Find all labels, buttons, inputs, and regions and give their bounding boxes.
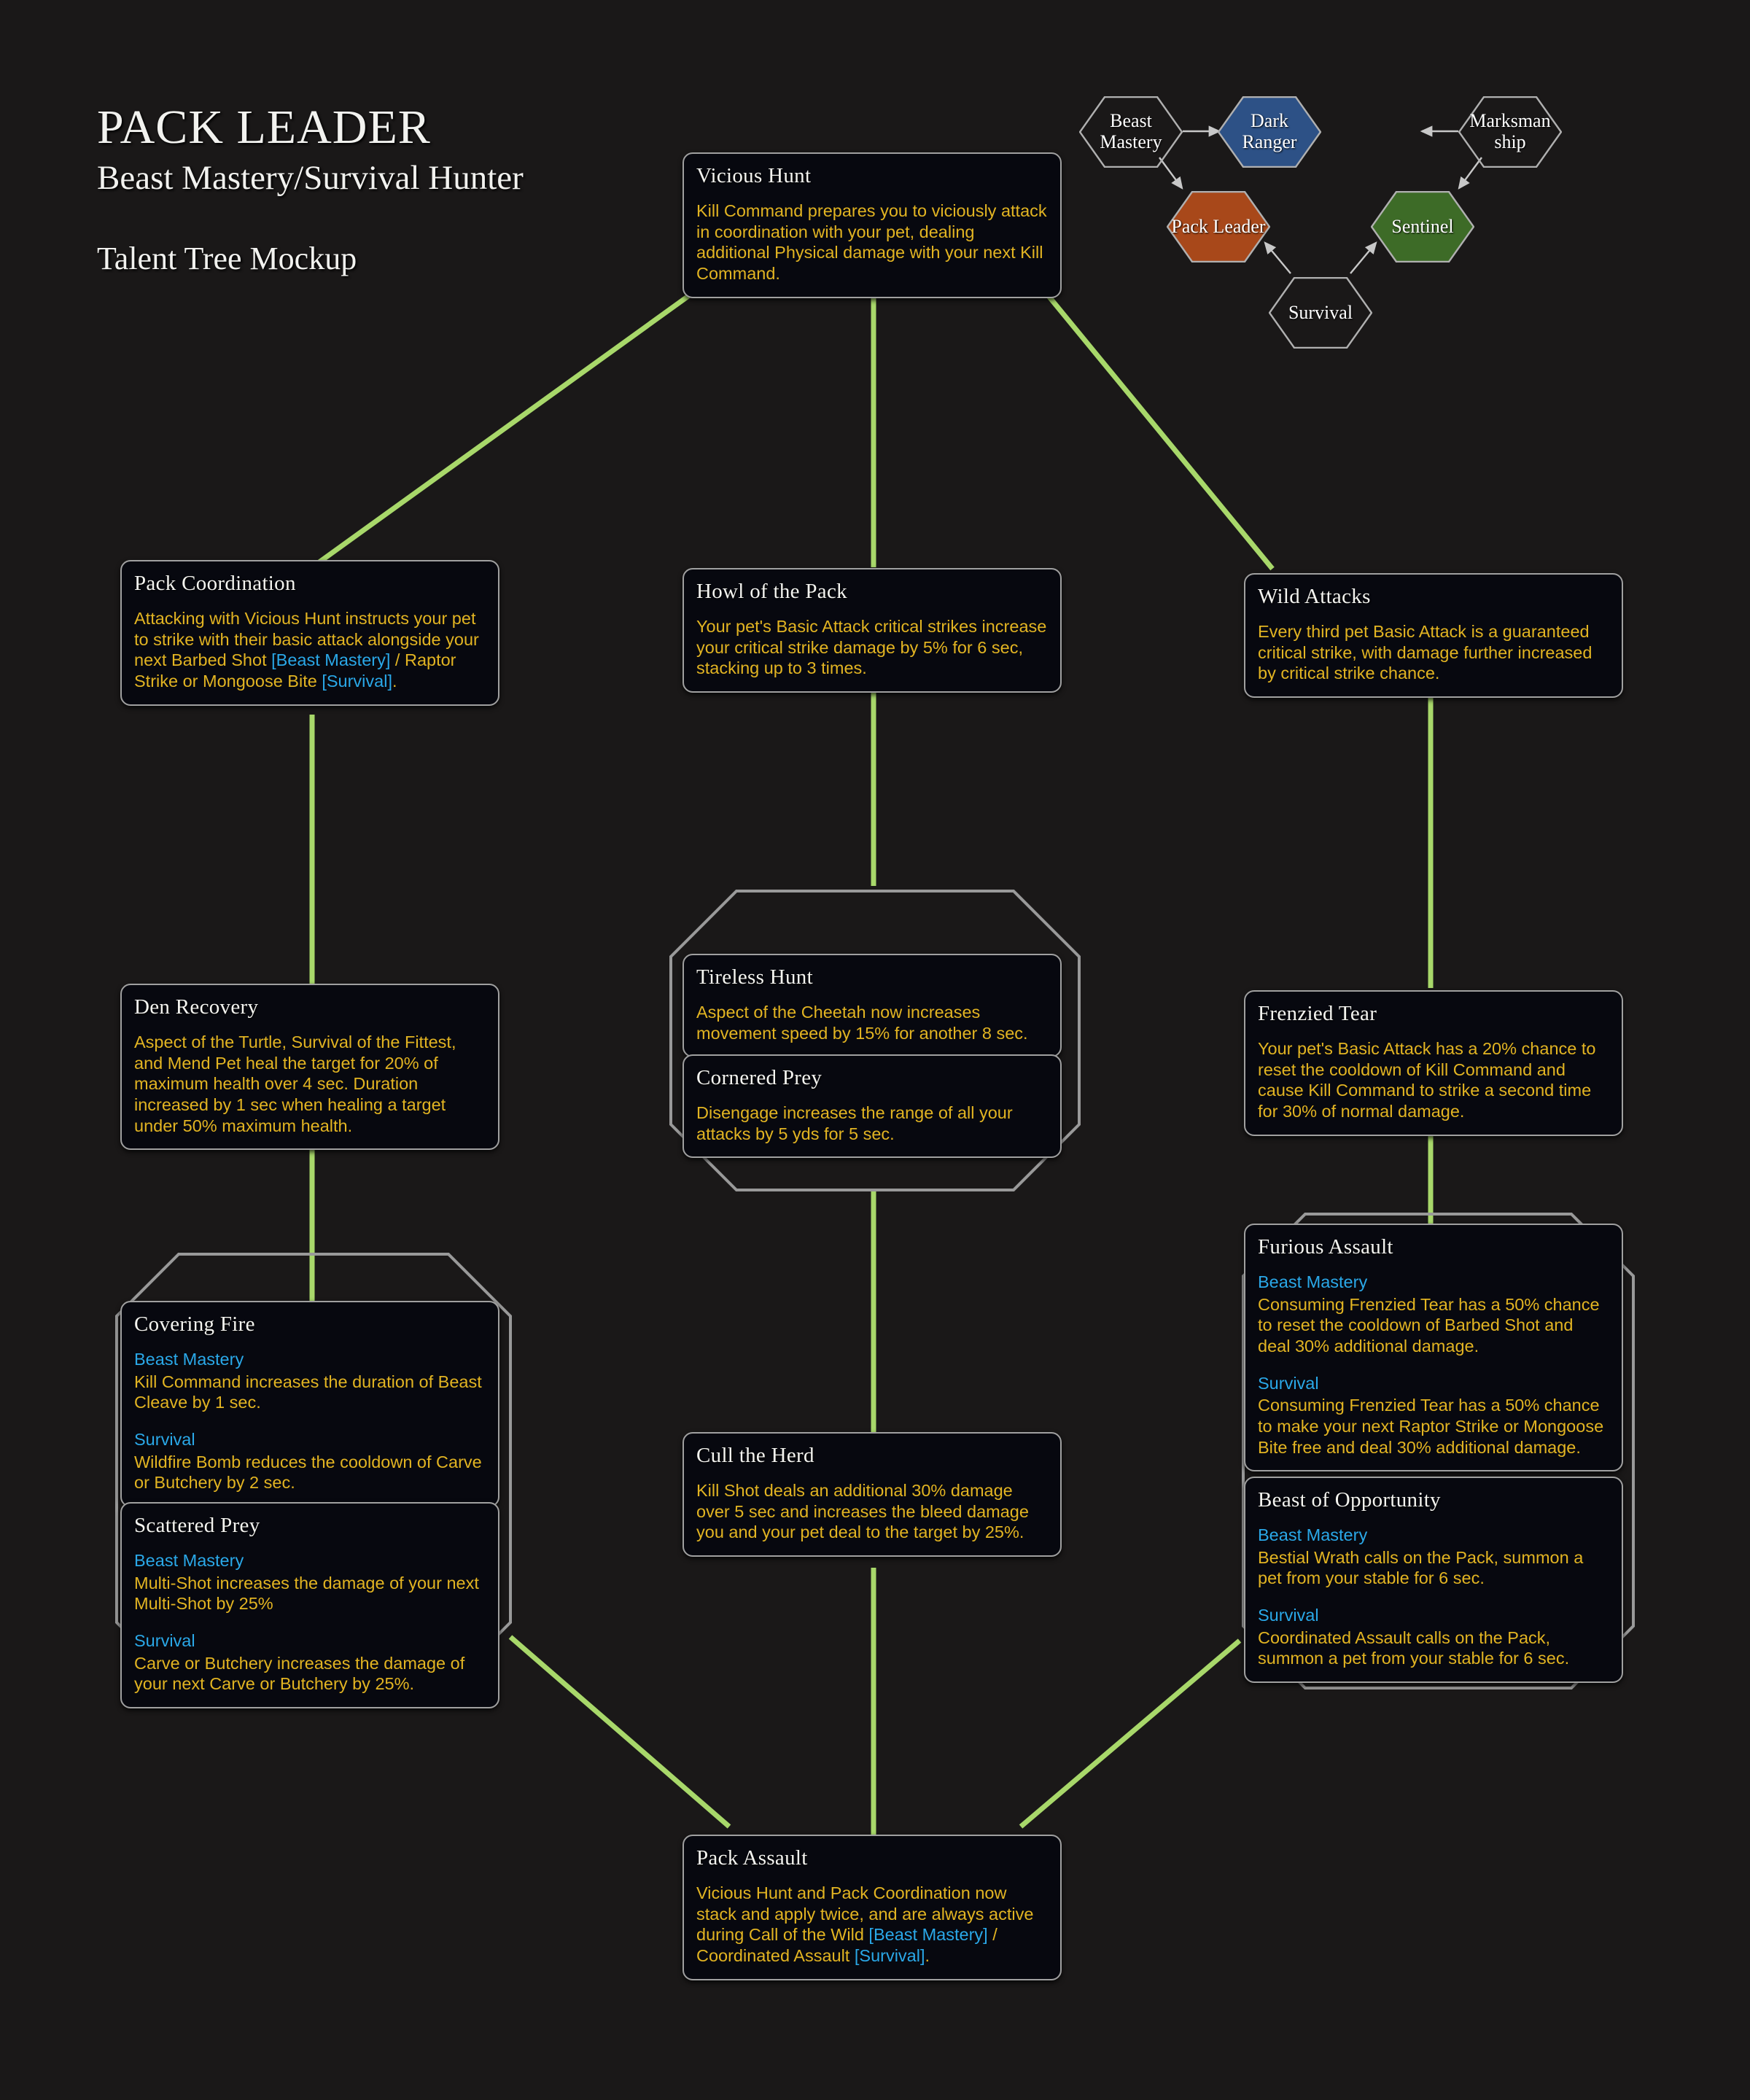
talent-description: Every third pet Basic Attack is a guaran… [1258, 622, 1592, 683]
talent-description-beast-mastery: Consuming Frenzied Tear has a 50% chance… [1258, 1294, 1600, 1356]
talent-description: Kill Command prepares you to viciously a… [696, 201, 1047, 283]
talent-node-vicious-hunt[interactable]: Vicious Hunt Kill Command prepares you t… [682, 152, 1062, 298]
talent-description-survival: Wildfire Bomb reduces the cooldown of Ca… [134, 1452, 482, 1493]
spec-label-survival: Survival [134, 1630, 195, 1650]
talent-node-tireless-hunt[interactable]: Tireless Hunt Aspect of the Cheetah now … [682, 954, 1062, 1058]
spec-tag-beast-mastery: [Beast Mastery] [868, 1925, 988, 1945]
spec-label-beast-mastery: Beast Mastery [1258, 1272, 1368, 1291]
spec-hex-beast-mastery[interactable]: Beast Mastery [1079, 96, 1183, 168]
talent-description-survival: Consuming Frenzied Tear has a 50% chance… [1258, 1396, 1604, 1457]
talent-title: Furious Assault [1258, 1235, 1393, 1259]
spec-label-beast-mastery: Beast Mastery [134, 1551, 244, 1570]
page-caption: Talent Tree Mockup [97, 240, 357, 276]
talent-description: Disengage increases the range of all you… [696, 1103, 1013, 1143]
talent-node-covering-fire[interactable]: Covering Fire Beast Mastery Kill Command… [120, 1301, 499, 1507]
talent-node-beast-of-opportunity[interactable]: Beast of Opportunity Beast Mastery Besti… [1244, 1477, 1623, 1683]
talent-title: Wild Attacks [1258, 585, 1371, 608]
spec-label-beast-mastery: Beast Mastery [134, 1350, 244, 1369]
talent-node-den-recovery[interactable]: Den Recovery Aspect of the Turtle, Survi… [120, 984, 499, 1151]
spec-hex-marksmanship[interactable]: Marksman ship [1458, 96, 1562, 168]
spec-hero-talent-map: Beast Mastery Dark Ranger Marksman ship … [1079, 88, 1721, 459]
spec-hex-label: Beast Mastery [1100, 110, 1162, 152]
talent-title: Frenzied Tear [1258, 1002, 1377, 1025]
talent-description-beast-mastery: Multi-Shot increases the damage of your … [134, 1573, 479, 1614]
talent-description-survival: Carve or Butchery increases the damage o… [134, 1653, 465, 1694]
talent-title: Tireless Hunt [696, 965, 813, 989]
spec-hex-label: Marksman ship [1469, 110, 1551, 152]
talent-description: Vicious Hunt and Pack Coordination now s… [696, 1883, 1034, 1965]
spec-hex-pack-leader[interactable]: Pack Leader [1167, 191, 1270, 262]
talent-description: Your pet's Basic Attack has a 20% chance… [1258, 1039, 1596, 1121]
talent-title: Cornered Prey [696, 1066, 822, 1089]
talent-node-howl-of-the-pack[interactable]: Howl of the Pack Your pet's Basic Attack… [682, 568, 1062, 693]
talent-title: Pack Coordination [134, 572, 296, 595]
spec-label-survival: Survival [1258, 1605, 1319, 1625]
talent-description: Kill Shot deals an additional 30% damage… [696, 1481, 1029, 1542]
page-subtitle: Beast Mastery/Survival Hunter [97, 159, 524, 198]
talent-title: Pack Assault [696, 1846, 808, 1870]
talent-description: Attacking with Vicious Hunt instructs yo… [134, 609, 479, 691]
talent-title: Scattered Prey [134, 1514, 260, 1537]
talent-title: Den Recovery [134, 995, 259, 1019]
talent-node-furious-assault[interactable]: Furious Assault Beast Mastery Consuming … [1244, 1224, 1623, 1472]
page-title: PACK LEADER [97, 101, 431, 154]
spec-hex-label: Pack Leader [1171, 215, 1266, 237]
spec-hex-label: Survival [1288, 301, 1353, 323]
talent-node-pack-coordination[interactable]: Pack Coordination Attacking with Vicious… [120, 560, 499, 706]
talent-node-cornered-prey[interactable]: Cornered Prey Disengage increases the ra… [682, 1054, 1062, 1159]
spec-label-survival: Survival [1258, 1373, 1319, 1393]
talent-node-pack-assault[interactable]: Pack Assault Vicious Hunt and Pack Coord… [682, 1835, 1062, 1980]
talent-description: Aspect of the Cheetah now increases move… [696, 1003, 1028, 1043]
talent-description-beast-mastery: Kill Command increases the duration of B… [134, 1372, 482, 1412]
spec-tag-survival: [Survival] [322, 671, 392, 691]
spec-tag-beast-mastery: [Beast Mastery] [271, 650, 391, 670]
spec-hex-label: Dark Ranger [1242, 110, 1297, 152]
talent-description: Your pet's Basic Attack critical strikes… [696, 617, 1047, 678]
talent-title: Vicious Hunt [696, 164, 812, 187]
talent-node-scattered-prey[interactable]: Scattered Prey Beast Mastery Multi-Shot … [120, 1502, 499, 1708]
talent-node-wild-attacks[interactable]: Wild Attacks Every third pet Basic Attac… [1244, 573, 1623, 698]
talent-title: Beast of Opportunity [1258, 1488, 1441, 1512]
spec-hex-label: Sentinel [1391, 215, 1454, 237]
talent-description-beast-mastery: Bestial Wrath calls on the Pack, summon … [1258, 1547, 1584, 1588]
page-header: PACK LEADER Beast Mastery/Survival Hunte… [97, 102, 753, 277]
talent-title: Howl of the Pack [696, 580, 847, 603]
spec-hex-dark-ranger[interactable]: Dark Ranger [1218, 96, 1321, 168]
spec-tag-survival: [Survival] [854, 1945, 925, 1965]
spec-hex-sentinel[interactable]: Sentinel [1371, 191, 1474, 262]
talent-description: Aspect of the Turtle, Survival of the Fi… [134, 1032, 456, 1135]
talent-description-survival: Coordinated Assault calls on the Pack, s… [1258, 1628, 1570, 1668]
talent-tree-canvas: PACK LEADER Beast Mastery/Survival Hunte… [0, 0, 1750, 2100]
talent-node-cull-the-herd[interactable]: Cull the Herd Kill Shot deals an additio… [682, 1432, 1062, 1557]
spec-label-beast-mastery: Beast Mastery [1258, 1525, 1368, 1544]
talent-title: Covering Fire [134, 1312, 255, 1336]
spec-label-survival: Survival [134, 1429, 195, 1449]
talent-title: Cull the Herd [696, 1444, 814, 1467]
spec-hex-survival[interactable]: Survival [1269, 277, 1372, 349]
talent-node-frenzied-tear[interactable]: Frenzied Tear Your pet's Basic Attack ha… [1244, 990, 1623, 1136]
